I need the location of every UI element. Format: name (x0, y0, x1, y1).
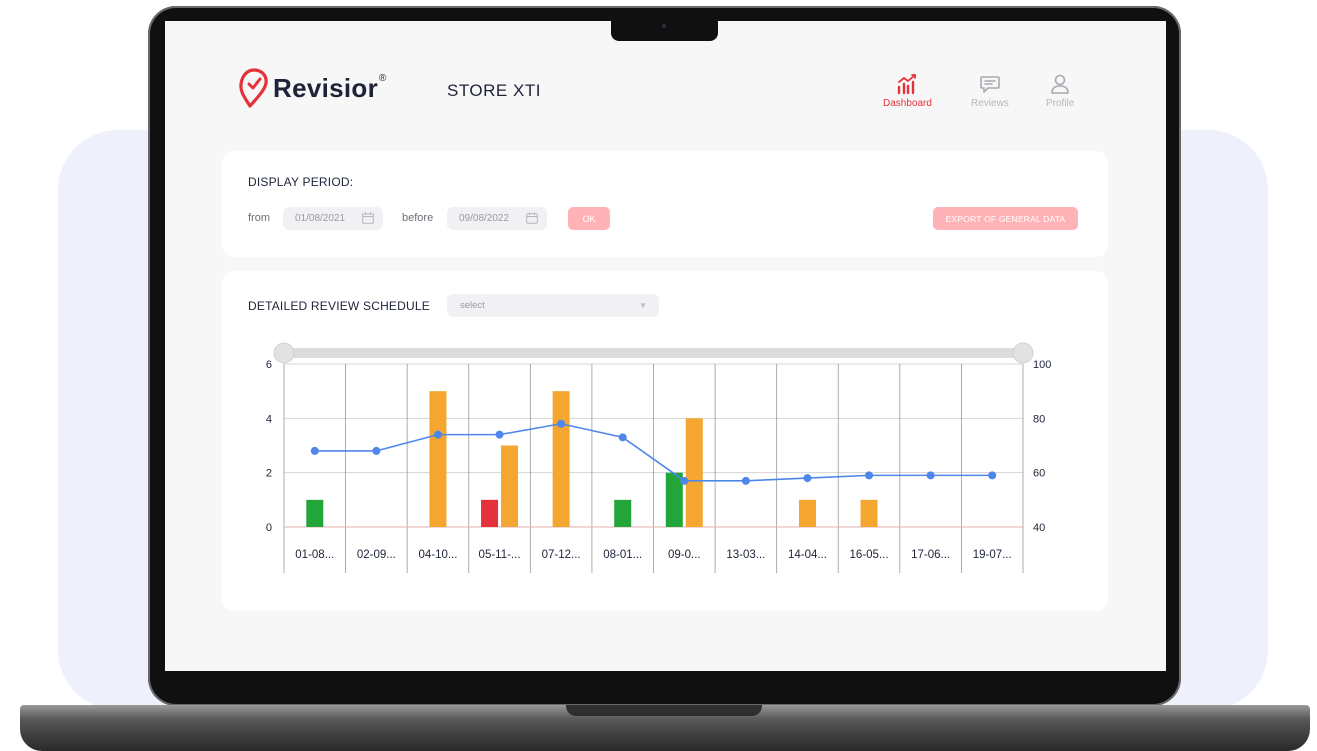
chart-icon (898, 74, 917, 95)
category-label: 02-09... (357, 549, 396, 561)
brand-logo[interactable]: Revisior ® (237, 67, 386, 109)
before-label: before (402, 212, 434, 224)
nav-dashboard[interactable]: Dashboard (883, 73, 932, 109)
nav-profile[interactable]: Profile (1046, 73, 1074, 109)
bar (481, 499, 499, 527)
right-axis-tick: 60 (1033, 468, 1045, 480)
line-point[interactable] (557, 419, 566, 428)
bar (798, 499, 816, 527)
line-point[interactable] (680, 476, 689, 485)
ok-button[interactable]: OK (568, 207, 610, 230)
line-point[interactable] (988, 471, 997, 480)
line-point[interactable] (803, 474, 812, 483)
bar (429, 391, 447, 527)
line-point[interactable] (495, 430, 504, 439)
app-screen: Revisior ® STORE XTI Dashboard Reviews P… (165, 21, 1166, 671)
bar (552, 391, 570, 527)
nav-profile-label: Profile (1046, 98, 1075, 109)
bar (614, 499, 632, 527)
category-label: 17-06... (911, 549, 950, 561)
bar (306, 499, 324, 527)
nav-reviews[interactable]: Reviews (971, 73, 1009, 109)
right-axis-tick: 40 (1033, 522, 1045, 534)
export-general-data-button[interactable]: EXPORT OF GENERAL DATA (933, 207, 1078, 230)
calendar-icon[interactable] (526, 212, 538, 224)
nav-dashboard-label: Dashboard (883, 98, 932, 109)
line-point[interactable] (926, 471, 935, 480)
category-label: 05-11-... (479, 549, 521, 561)
category-label: 14-04... (788, 549, 827, 561)
bar (860, 499, 878, 527)
registered-mark: ® (379, 72, 387, 84)
calendar-icon[interactable] (362, 212, 374, 224)
line-point[interactable] (865, 471, 874, 480)
review-chart: 0 2 4 6 40 60 80 100 01-08... 02-09... 04-10... 05-… (266, 342, 1051, 573)
line-point[interactable] (618, 433, 627, 442)
location-pin-icon (239, 68, 268, 108)
display-period-card: DISPLAY PERIOD: from 01/08/2021 before 0… (222, 151, 1108, 257)
from-date-field[interactable]: 01/08/2021 (283, 207, 383, 230)
category-label: 08-01... (603, 549, 642, 561)
line-point[interactable] (741, 476, 750, 485)
bar (685, 418, 703, 527)
user-icon (1051, 74, 1069, 94)
left-axis-tick: 4 (266, 413, 272, 425)
from-date-value: 01/08/2021 (295, 213, 346, 224)
line-point[interactable] (372, 446, 381, 455)
category-label: 09-0... (668, 549, 701, 561)
before-date-field[interactable]: 09/08/2022 (447, 207, 547, 230)
laptop-base-groove (566, 705, 762, 716)
right-axis-tick: 80 (1033, 413, 1045, 425)
left-axis-tick: 2 (266, 468, 272, 480)
category-label: 13-03... (726, 549, 765, 561)
message-icon (980, 76, 1000, 93)
nav-reviews-label: Reviews (971, 98, 1009, 109)
category-label: 16-05... (850, 549, 889, 561)
left-axis-tick: 0 (266, 522, 272, 534)
category-label: 01-08... (295, 549, 334, 561)
category-label: 07-12... (542, 549, 581, 561)
range-slider-handle-right[interactable] (1012, 342, 1034, 364)
review-schedule-card: DETAILED REVIEW SCHEDULE select ▼ 0 2 4 6 40… (222, 271, 1108, 611)
range-slider-track[interactable] (284, 348, 1023, 358)
bar (501, 445, 519, 527)
range-slider-handle-left[interactable] (273, 342, 295, 364)
category-label: 19-07... (973, 549, 1012, 561)
right-axis-tick: 100 (1033, 359, 1051, 371)
before-date-value: 09/08/2022 (459, 213, 510, 224)
camera-notch (611, 19, 718, 41)
brand-name: Revisior (273, 72, 379, 103)
left-axis-tick: 6 (266, 359, 272, 371)
line-point[interactable] (433, 430, 442, 439)
category-label: 04-10... (418, 549, 457, 561)
line-point[interactable] (310, 446, 319, 455)
store-name: STORE XTI (447, 81, 541, 100)
from-label: from (248, 212, 270, 224)
display-period-title: DISPLAY PERIOD: (248, 175, 354, 189)
bar (665, 472, 683, 527)
